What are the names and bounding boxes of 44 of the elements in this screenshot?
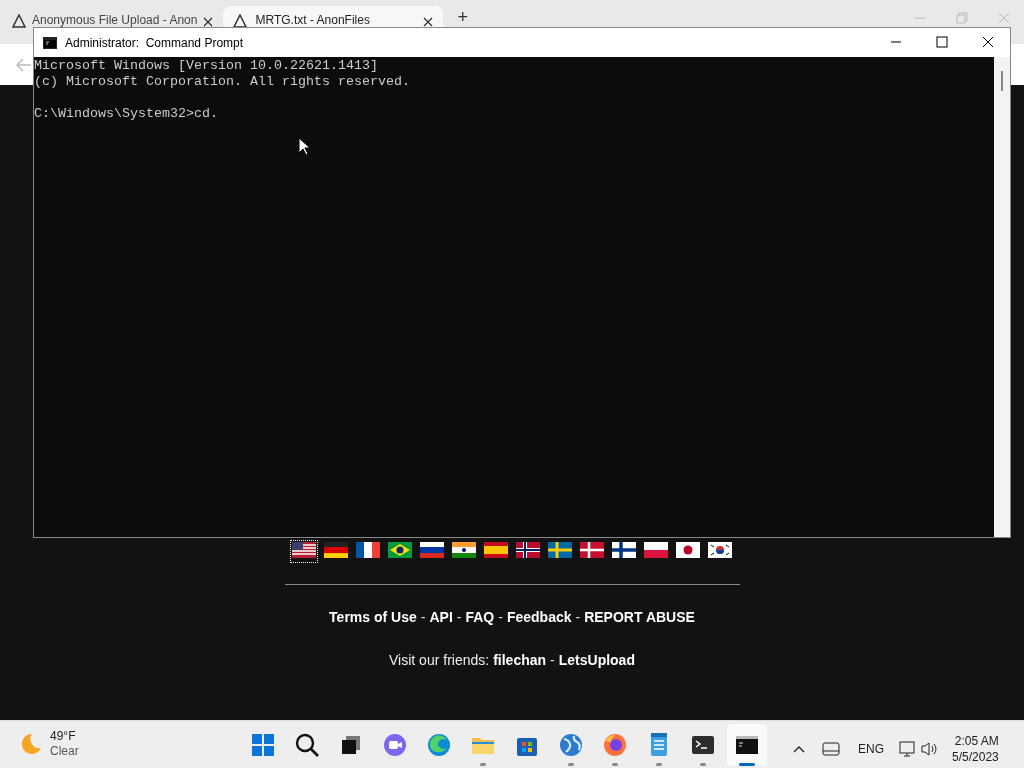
link-separator: - — [456, 608, 462, 627]
taskbar-button[interactable] — [727, 724, 767, 766]
console-line: (c) Microsoft Corporation. All rights reserved. — [34, 74, 410, 90]
footer-link[interactable]: FAQ — [465, 607, 495, 628]
maximize-icon[interactable] — [936, 36, 948, 48]
speaker-icon[interactable] — [920, 739, 938, 759]
language-indicator[interactable]: ENG — [858, 740, 884, 758]
console-line: C:\Windows\System32>cd. — [34, 106, 218, 122]
link-separator: - — [498, 608, 503, 627]
close-icon[interactable] — [982, 36, 994, 48]
link-separator: - — [575, 608, 581, 627]
globe-icon — [557, 731, 585, 759]
friends-label: Visit our friends: — [389, 651, 490, 670]
edge-icon — [425, 731, 453, 759]
footer-link[interactable]: API — [429, 607, 453, 628]
flag-icon[interactable] — [290, 540, 318, 563]
chat-icon — [381, 731, 409, 759]
footer-link[interactable]: Feedback — [506, 607, 572, 628]
temperature-text: 49°F — [50, 729, 77, 744]
firefox-icon — [601, 731, 629, 759]
link-separator: - — [550, 651, 555, 670]
footer-link[interactable]: REPORT ABUSE — [584, 607, 695, 628]
browser-tab[interactable]: MRTG.txt - AnonFiles — [223, 6, 444, 27]
link-separator: - — [420, 608, 426, 627]
weather-condition: Clear — [50, 744, 79, 759]
footer-link[interactable]: filechan — [493, 650, 547, 671]
new-tab-button[interactable]: + — [451, 8, 474, 26]
window-title: Administrator: Command Prompt — [65, 34, 244, 52]
clock-time[interactable]: 2:05 AM — [954, 733, 999, 749]
close-icon[interactable] — [203, 17, 214, 27]
touchpad-icon[interactable] — [820, 739, 842, 759]
search-icon — [293, 731, 321, 759]
browser-tab[interactable]: Anonymous File Upload - Anon — [8, 6, 222, 27]
footer-link[interactable]: Terms of Use — [329, 607, 417, 628]
console-line: Microsoft Windows [Version 10.0.22621.1413] — [34, 58, 378, 74]
console-icon — [43, 36, 57, 49]
scrollbar[interactable] — [994, 57, 1010, 537]
close-icon[interactable] — [423, 17, 434, 27]
site-logo-icon — [233, 14, 248, 28]
footer-link[interactable]: LetsUpload — [558, 650, 635, 671]
site-logo-icon — [12, 14, 26, 28]
windows-logo-icon — [249, 731, 277, 759]
mouse-cursor-icon — [298, 137, 310, 155]
clock-date[interactable]: 5/5/2023 — [952, 749, 999, 765]
